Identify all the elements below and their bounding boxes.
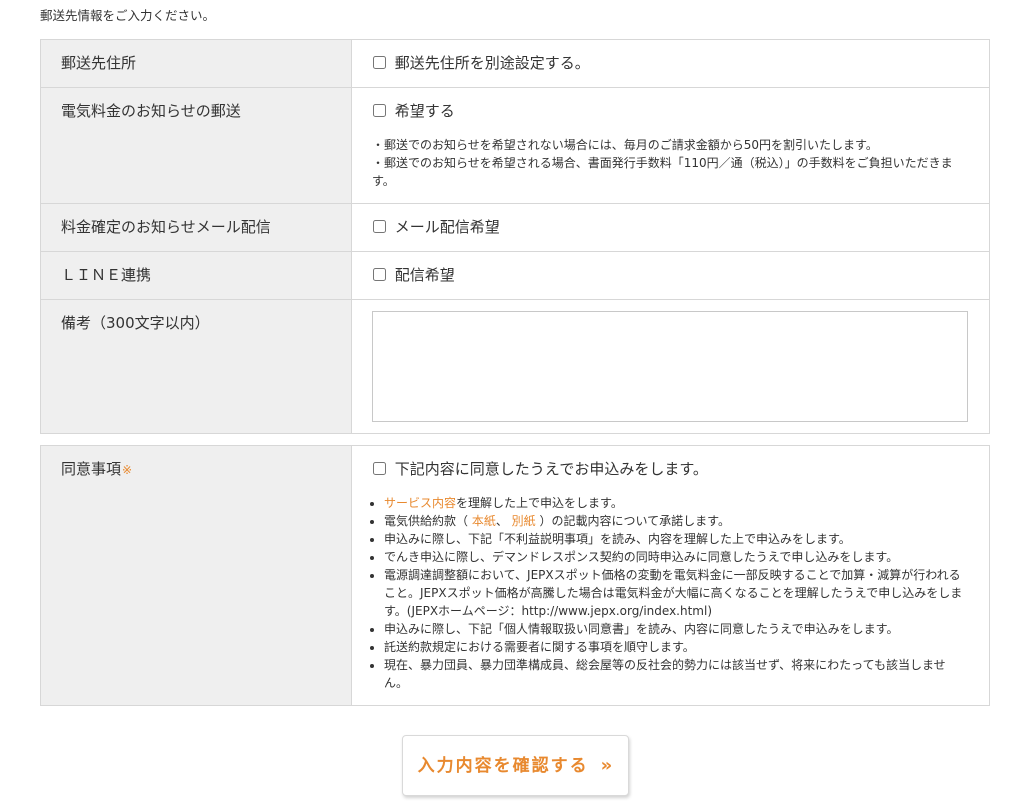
consent-item-text: 、 xyxy=(495,514,512,528)
remarks-label: 備考（300文字以内） xyxy=(40,299,352,434)
consent-item-text: ）の記載内容について承諾します。 xyxy=(535,514,730,528)
consent-checkbox[interactable] xyxy=(373,462,386,475)
line-integration-label: ＬＩＮＥ連携 xyxy=(40,251,352,300)
consent-item-text: を理解した上で申込をします。 xyxy=(456,496,623,510)
email-notice-value: メール配信希望 xyxy=(351,203,990,252)
bill-notice-mail-row: 電気料金のお知らせの郵送 希望する ・郵送でのお知らせを希望されない場合には、毎… xyxy=(40,87,990,204)
consent-item: 電気供給約款（ 本紙、 別紙 ）の記載内容について承諾します。 xyxy=(384,512,965,530)
bill-notice-note: ・郵送でのお知らせを希望されない場合には、毎月のご請求金額から50円を割引いたし… xyxy=(372,138,878,152)
consent-item: サービス内容を理解した上で申込をします。 xyxy=(384,494,965,512)
consent-item: 申込みに際し、下記「不利益説明事項」を読み、内容を理解した上で申込みをします。 xyxy=(384,530,965,548)
line-integration-checkbox[interactable] xyxy=(373,268,386,281)
bill-notice-mail-checkbox[interactable] xyxy=(373,104,386,117)
bill-notice-mail-value: 希望する ・郵送でのお知らせを希望されない場合には、毎月のご請求金額から50円を… xyxy=(351,87,990,204)
separate-address-checkbox-label[interactable]: 郵送先住所を別途設定する。 xyxy=(395,54,590,72)
consent-option[interactable]: 下記内容に同意したうえでお申込みをします。 xyxy=(372,459,708,480)
email-notice-row: 料金確定のお知らせメール配信 メール配信希望 xyxy=(40,203,990,252)
consent-label-cell: 同意事項※ xyxy=(40,445,352,706)
mailing-address-value: 郵送先住所を別途設定する。 xyxy=(351,39,990,88)
bill-notice-mail-label: 電気料金のお知らせの郵送 xyxy=(40,87,352,204)
confirm-input-button[interactable]: 入力内容を確認する » xyxy=(401,735,629,796)
consent-item: 電源調達調整額において、JEPXスポット価格の変動を電気料金に一部反映することで… xyxy=(384,566,965,620)
consent-item-text: 申込みに際し、下記「個人情報取扱い同意書」を読み、内容に同意したうえで申込みをし… xyxy=(384,622,899,636)
email-notice-option[interactable]: メール配信希望 xyxy=(372,217,500,238)
consent-table: 同意事項※ 下記内容に同意したうえでお申込みをします。 サービス内容を理解した上… xyxy=(40,445,990,706)
line-integration-row: ＬＩＮＥ連携 配信希望 xyxy=(40,251,990,300)
confirm-input-button-label[interactable]: 入力内容を確認する xyxy=(418,756,589,776)
consent-item-text: 電源調達調整額において、JEPXスポット価格の変動を電気料金に一部反映することで… xyxy=(384,568,963,618)
consent-item: 申込みに際し、下記「個人情報取扱い同意書」を読み、内容に同意したうえで申込みをし… xyxy=(384,620,965,638)
terms-main-link[interactable]: 本紙 xyxy=(472,514,496,528)
service-content-link[interactable]: サービス内容 xyxy=(384,496,456,510)
consent-row: 同意事項※ 下記内容に同意したうえでお申込みをします。 サービス内容を理解した上… xyxy=(40,445,990,706)
consent-label: 同意事項 xyxy=(61,460,122,478)
consent-item: 託送約款規定における需要者に関する事項を順守します。 xyxy=(384,638,965,656)
line-integration-option[interactable]: 配信希望 xyxy=(372,265,455,286)
email-notice-checkbox-label[interactable]: メール配信希望 xyxy=(395,218,500,236)
mailing-address-label: 郵送先住所 xyxy=(40,39,352,88)
intro-text: 郵送先情報をご入力ください。 xyxy=(40,8,216,23)
separate-address-checkbox[interactable] xyxy=(373,56,386,69)
remarks-value xyxy=(351,299,990,434)
email-notice-label: 料金確定のお知らせメール配信 xyxy=(40,203,352,252)
bill-notice-notes: ・郵送でのお知らせを希望されない場合には、毎月のご請求金額から50円を割引いたし… xyxy=(372,136,960,190)
consent-item-text: 現在、暴力団員、暴力団準構成員、総会屋等の反社会的勢力には該当せず、将来にわたっ… xyxy=(384,658,946,690)
double-chevron-right-icon[interactable]: » xyxy=(601,755,613,776)
remarks-row: 備考（300文字以内） xyxy=(40,299,990,434)
email-notice-checkbox[interactable] xyxy=(373,220,386,233)
consent-item-text: 託送約款規定における需要者に関する事項を順守します。 xyxy=(384,640,695,654)
consent-item-text: 申込みに際し、下記「不利益説明事項」を読み、内容を理解した上で申込みをします。 xyxy=(384,532,851,546)
consent-item-text: 電気供給約款（ xyxy=(384,514,472,528)
bill-notice-note: ・郵送でのお知らせを希望される場合、書面発行手数料「110円／通（税込）」の手数… xyxy=(372,156,953,188)
bill-notice-mail-checkbox-label[interactable]: 希望する xyxy=(395,102,455,120)
line-integration-value: 配信希望 xyxy=(351,251,990,300)
consent-value: 下記内容に同意したうえでお申込みをします。 サービス内容を理解した上で申込をしま… xyxy=(351,445,990,706)
required-mark: ※ xyxy=(122,463,133,477)
remarks-textarea[interactable] xyxy=(372,311,968,422)
mailing-address-row: 郵送先住所 郵送先住所を別途設定する。 xyxy=(40,39,990,88)
consent-items-list: サービス内容を理解した上で申込をします。 電気供給約款（ 本紙、 別紙 ）の記載… xyxy=(372,494,965,692)
terms-appendix-link[interactable]: 別紙 xyxy=(512,514,536,528)
separate-address-option[interactable]: 郵送先住所を別途設定する。 xyxy=(372,53,590,74)
mailing-info-table: 郵送先住所 郵送先住所を別途設定する。 電気料金のお知らせの郵送 希望する ・郵… xyxy=(40,39,990,434)
bill-notice-mail-option[interactable]: 希望する xyxy=(372,101,455,122)
submit-area: 入力内容を確認する » xyxy=(40,735,990,796)
page: 郵送先情報をご入力ください。 郵送先住所 郵送先住所を別途設定する。 電気料金の… xyxy=(0,0,990,796)
consent-item: 現在、暴力団員、暴力団準構成員、総会屋等の反社会的勢力には該当せず、将来にわたっ… xyxy=(384,656,965,692)
consent-checkbox-label[interactable]: 下記内容に同意したうえでお申込みをします。 xyxy=(395,460,708,478)
line-integration-checkbox-label[interactable]: 配信希望 xyxy=(395,266,455,284)
consent-item: でんき申込に際し、デマンドレスポンス契約の同時申込みに同意したうえで申し込みをし… xyxy=(384,548,965,566)
consent-item-text: でんき申込に際し、デマンドレスポンス契約の同時申込みに同意したうえで申し込みをし… xyxy=(384,550,899,564)
